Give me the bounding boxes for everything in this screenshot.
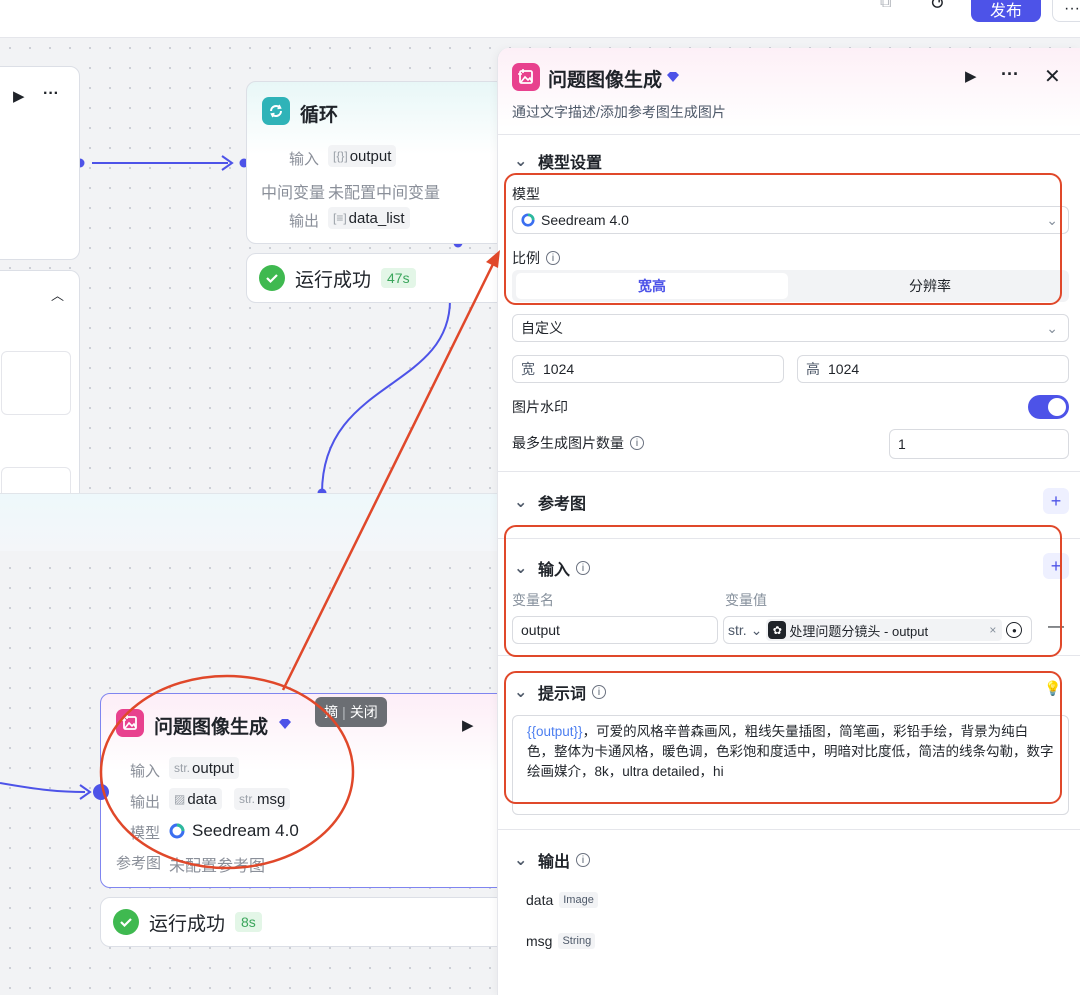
- annotation-arrow-line: [281, 257, 498, 691]
- annotation-ellipse: [99, 674, 355, 870]
- annotation-arrow-head: [486, 250, 500, 268]
- annotation-overlay: [99, 250, 500, 870]
